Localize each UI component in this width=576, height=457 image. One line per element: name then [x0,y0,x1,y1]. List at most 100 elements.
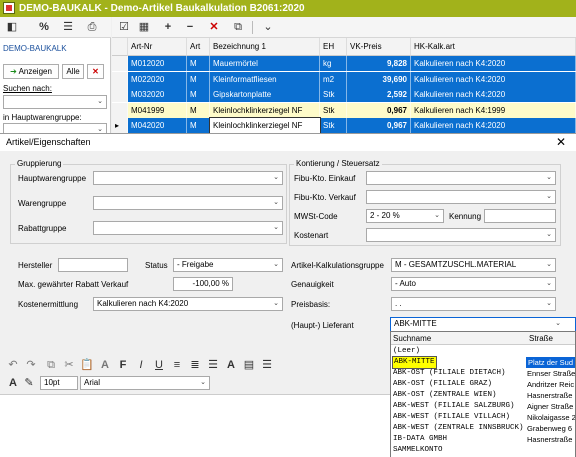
alle-button[interactable]: Alle [62,64,84,79]
table-cell[interactable]: 0,967 [347,118,411,133]
table-cell[interactable]: Kalkulieren nach K4:2020 [411,87,576,102]
align-left-icon[interactable]: ≡ [170,358,184,372]
table-cell[interactable]: Kalkulieren nach K4:1999 [411,102,576,118]
table-cell[interactable]: Kalkulieren nach K4:2020 [411,118,576,133]
list-item[interactable]: ABK-WEST (FILIALE VILLACH) Nikolaigasse 2 [391,412,575,423]
table-row[interactable]: M022020 M Kleinformatfliesen m2 39,690 Kalkul… [112,71,576,87]
align-center-icon[interactable]: ≣ [188,358,202,372]
suchen-combo[interactable]: ⌄ [3,95,107,109]
kostenermittlung-combo[interactable]: Kalkulieren nach K4:2020 ⌄ [93,297,283,311]
column-header[interactable]: Art [187,38,210,56]
table-cell[interactable]: Stk [320,102,347,118]
list-item[interactable]: SAMMELKONTO [391,445,575,456]
genauigkeit-combo[interactable]: - Auto ⌄ [391,277,556,291]
max-rabatt-field[interactable]: -100,00 % [173,277,233,291]
anzeigen-button[interactable]: ➔ Anzeigen [3,64,59,79]
list-item[interactable]: ABK-WEST (ZENTRALE INNSBRUCK) Grabenweg 6 [391,423,575,434]
table-cell[interactable]: 9,828 [347,56,411,71]
table-cell[interactable]: 39,690 [347,71,411,87]
copy-icon[interactable]: ⧉ [44,358,58,372]
undo-icon[interactable]: ↶ [6,358,20,372]
align-right-icon[interactable]: ☰ [206,358,220,372]
table-cell[interactable]: M022020 [128,71,187,87]
list-item[interactable]: (Leer) [391,346,575,357]
bold-icon[interactable]: F [116,358,130,372]
list-number-icon[interactable]: ☰ [260,358,274,372]
list-item[interactable]: ABK-OST (ZENTRALE WIEN) Hasnerstraße [391,390,575,401]
table-row[interactable]: M032020 M Gipskartonplatte Stk 2,592 Kalkulie… [112,87,576,102]
list-bullet-icon[interactable]: ▤ [242,358,256,372]
row-indicator[interactable] [112,87,128,102]
list-item[interactable]: IB-DATA GMBH Hasnerstraße [391,434,575,445]
warengruppe-combo[interactable]: ⌄ [93,196,283,210]
font-color-icon[interactable]: A [224,358,238,372]
dropdown-column-header[interactable]: Suchname [391,332,527,345]
table-row[interactable]: M041999 M Kleinlochklinkerziegel NF Stk 0,96… [112,102,576,118]
font-name-combo[interactable]: Arial ⌄ [80,376,210,390]
grid-icon[interactable]: ▦ [136,20,152,35]
row-indicator[interactable] [112,56,128,71]
column-header[interactable]: VK-Preis [347,38,411,56]
font-size-icon[interactable]: A [98,358,112,372]
column-header[interactable]: EH [320,38,347,56]
list-item[interactable]: ABK-WEST (FILIALE SALZBURG) Aigner Straße [391,401,575,412]
table-cell[interactable]: Stk [320,87,347,102]
table-cell[interactable]: M [187,87,210,102]
column-header[interactable]: Bezeichnung 1 [210,38,320,56]
close-icon[interactable]: ✕ [554,135,568,149]
table-row[interactable]: ▸ M042020 M Kleinlochklinkerziegel NF Stk 0,9… [112,117,576,133]
kennung-field[interactable] [484,209,556,223]
table-cell[interactable]: Mauermörtel [210,56,320,71]
highlight-icon[interactable]: ✎ [22,376,36,390]
list-item[interactable]: ABK-OST (FILIALE DIETACH) Ennser Straße [391,368,575,379]
row-indicator[interactable]: ▸ [112,118,128,133]
kostenart-combo[interactable]: ⌄ [366,228,556,242]
hauptwarengruppe-combo[interactable]: ⌄ [93,171,283,185]
table-cell[interactable]: Kalkulieren nach K4:2020 [411,71,576,87]
delete-icon[interactable]: ✕ [206,20,222,35]
row-indicator[interactable] [112,71,128,87]
table-cell[interactable]: M041999 [128,102,187,118]
table-cell[interactable]: M012020 [128,56,187,71]
column-header[interactable]: HK-Kalk.art [411,38,576,56]
table-cell[interactable]: M042020 [128,118,187,133]
lieferant-combo[interactable]: ABK-MITTE ⌄ [390,317,576,332]
close-icon[interactable]: ✕ [87,64,104,79]
table-cell[interactable]: M [187,56,210,71]
table-cell[interactable]: M [187,102,210,118]
font-size-field[interactable]: 10pt [40,376,78,390]
table-cell[interactable]: M032020 [128,87,187,102]
table-row[interactable]: M012020 M Mauermörtel kg 9,828 Kalkulieren na… [112,56,576,71]
copy-icon[interactable]: ⧉ [230,20,246,35]
table-cell[interactable]: M [187,71,210,87]
table-cell[interactable]: Kleinformatfliesen [210,71,320,87]
table-cell[interactable]: Kalkulieren nach K4:2020 [411,56,576,71]
mwst-combo[interactable]: 2 - 20 % ⌄ [366,209,444,223]
paste-icon[interactable]: 📋 [80,358,94,372]
percent-icon[interactable]: % [36,20,52,35]
table-cell[interactable]: m2 [320,71,347,87]
checkbox-icon[interactable]: ☑ [116,20,132,35]
remove-icon[interactable]: − [182,20,198,35]
status-combo[interactable]: - Freigabe ⌄ [173,258,283,272]
dropdown-column-header[interactable]: Straße [527,332,575,345]
redo-icon[interactable]: ↷ [24,358,38,372]
underline-icon[interactable]: U [152,358,166,372]
preisbasis-combo[interactable]: . . ⌄ [391,297,556,311]
table-cell[interactable]: Stk [320,118,347,133]
list-icon[interactable]: ☰ [60,20,76,35]
akg-combo[interactable]: M - GESAMTZUSCHL.MATERIAL ⌄ [391,258,556,272]
hersteller-field[interactable] [58,258,128,272]
table-cell[interactable]: 2,592 [347,87,411,102]
row-indicator[interactable] [112,102,128,118]
chevron-down-icon[interactable]: ⌄ [260,20,276,35]
table-cell[interactable]: Kleinlochklinkerziegel NF [209,117,321,133]
table-cell[interactable]: kg [320,56,347,71]
list-item[interactable]: ABK-MITTE Platz der Sud [391,356,575,369]
print-icon[interactable]: ⎙ [84,20,100,35]
table-cell[interactable]: M [187,118,210,133]
rabattgruppe-combo[interactable]: ⌄ [93,221,283,235]
list-item[interactable]: ABK-OST (FILIALE GRAZ) Andritzer Reic [391,379,575,390]
table-cell[interactable]: 0,967 [347,102,411,118]
layout-icon[interactable]: ◧ [4,20,20,35]
